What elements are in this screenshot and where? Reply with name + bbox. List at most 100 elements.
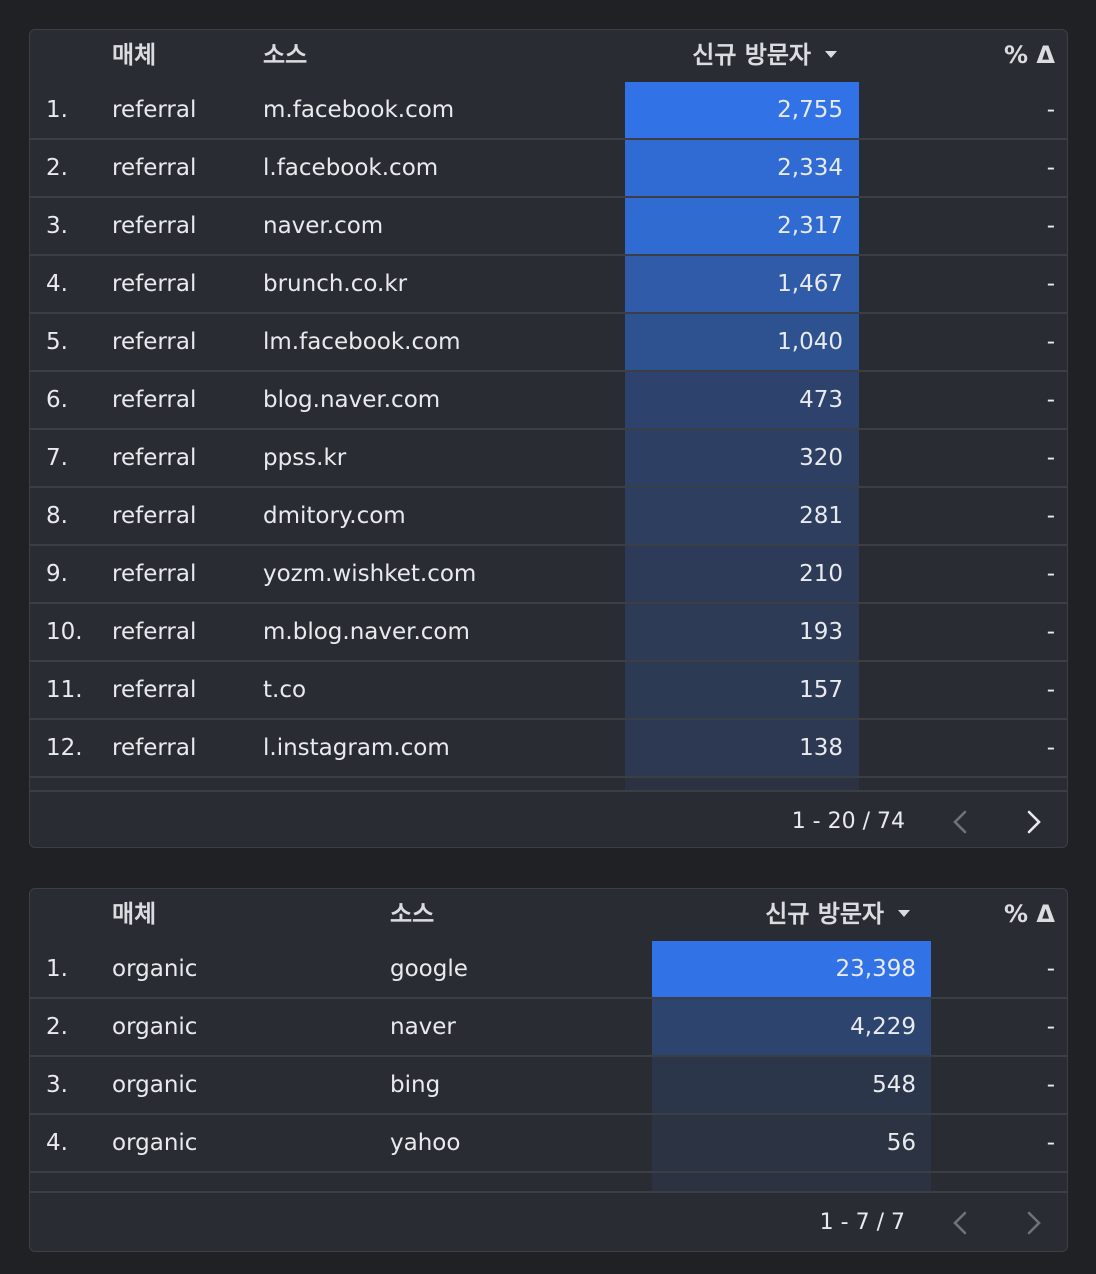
table-row[interactable]: 10. referral m.blog.naver.com 193 - [30,604,1067,662]
table-header: 매체 소스 신규 방문자 % Δ [30,889,1067,941]
row-delta: - [1046,155,1055,181]
row-medium: referral [112,503,197,529]
row-medium: referral [112,329,197,355]
sort-desc-icon [898,909,910,917]
next-page-button[interactable] [1018,1208,1048,1238]
row-new-visitors: 157 [799,677,843,703]
row-delta: - [1046,445,1055,471]
header-delta[interactable]: % Δ [1004,30,1055,82]
row-delta: - [1046,735,1055,761]
row-rank: 7. [46,445,68,471]
row-medium: organic [112,956,198,982]
row-new-visitors: 1,040 [777,329,843,355]
sort-desc-icon [825,50,837,58]
row-medium: organic [112,1072,198,1098]
row-medium: referral [112,155,197,181]
row-source: yahoo [390,1130,461,1156]
row-medium: referral [112,561,197,587]
next-page-button[interactable] [1018,807,1048,837]
table-row[interactable]: 4. organic yahoo 56 - [30,1115,1067,1173]
table-footer: 1 - 7 / 7 [30,1191,1067,1251]
header-new-visitors-label: 신규 방문자 [692,41,811,69]
row-new-visitors: 138 [799,735,843,761]
row-source: m.facebook.com [263,97,455,123]
row-rank: 5. [46,329,68,355]
table-row[interactable]: 1. referral m.facebook.com 2,755 - [30,82,1067,140]
header-medium[interactable]: 매체 [112,889,156,941]
header-new-visitors[interactable]: 신규 방문자 [765,889,910,941]
table-row[interactable]: 2. referral l.facebook.com 2,334 - [30,140,1067,198]
row-delta: - [1046,213,1055,239]
row-medium: referral [112,387,197,413]
row-rank: 2. [46,155,68,181]
row-source: blog.naver.com [263,387,441,413]
table-row[interactable]: 8. referral dmitory.com 281 - [30,488,1067,546]
row-medium: referral [112,677,197,703]
row-new-visitors: 320 [799,445,843,471]
row-medium: referral [112,445,197,471]
table-row[interactable]: 6. referral blog.naver.com 473 - [30,372,1067,430]
row-medium: referral [112,213,197,239]
row-new-visitors: 548 [872,1072,916,1098]
header-medium[interactable]: 매체 [112,30,156,82]
row-medium: referral [112,735,197,761]
row-rank: 2. [46,1014,68,1040]
row-delta: - [1046,503,1055,529]
row-source: yozm.wishket.com [263,561,477,587]
row-source: bing [390,1072,441,1098]
row-rank: 1. [46,956,68,982]
header-source[interactable]: 소스 [390,889,434,941]
row-rank: 8. [46,503,68,529]
row-delta: - [1046,1130,1055,1156]
row-source: lm.facebook.com [263,329,461,355]
row-delta: - [1046,561,1055,587]
table-row[interactable]: 3. organic bing 548 - [30,1057,1067,1115]
row-new-visitors: 1,467 [777,271,843,297]
row-medium: referral [112,619,197,645]
row-rank: 11. [46,677,83,703]
header-new-visitors[interactable]: 신규 방문자 [692,30,837,82]
table-row[interactable]: 1. organic google 23,398 - [30,941,1067,999]
row-new-visitors: 193 [799,619,843,645]
table-row[interactable]: 5. referral lm.facebook.com 1,040 - [30,314,1067,372]
row-delta: - [1046,97,1055,123]
row-rank: 4. [46,271,68,297]
organic-table: 매체 소스 신규 방문자 % Δ 1. organic google 23,398 - 2… [29,888,1068,1252]
prev-page-button[interactable] [946,1208,976,1238]
table-row[interactable]: 4. referral brunch.co.kr 1,467 - [30,256,1067,314]
pagination-label: 1 - 7 / 7 [819,1210,905,1235]
table-row[interactable]: 2. organic naver 4,229 - [30,999,1067,1057]
table-row[interactable]: 9. referral yozm.wishket.com 210 - [30,546,1067,604]
table-row[interactable]: 11. referral t.co 157 - [30,662,1067,720]
row-delta: - [1046,619,1055,645]
row-new-visitors: 281 [799,503,843,529]
row-new-visitors: 56 [886,1130,916,1156]
row-new-visitors: 2,317 [777,213,843,239]
row-delta: - [1046,271,1055,297]
row-rank: 9. [46,561,68,587]
row-source: l.facebook.com [263,155,439,181]
table-row[interactable]: 12. referral l.instagram.com 138 - [30,720,1067,778]
row-source: m.blog.naver.com [263,619,470,645]
table-row[interactable]: 7. referral ppss.kr 320 - [30,430,1067,488]
prev-page-button[interactable] [946,807,976,837]
table-row[interactable]: 3. referral naver.com 2,317 - [30,198,1067,256]
row-delta: - [1046,387,1055,413]
row-delta: - [1046,1014,1055,1040]
row-delta: - [1046,329,1055,355]
row-rank: 12. [46,735,83,761]
row-new-visitors: 473 [799,387,843,413]
row-source: naver.com [263,213,384,239]
row-new-visitors: 2,334 [777,155,843,181]
row-new-visitors: 23,398 [835,956,916,982]
row-source: l.instagram.com [263,735,450,761]
header-source[interactable]: 소스 [263,30,307,82]
pagination-label: 1 - 20 / 74 [791,809,905,834]
row-source: google [390,956,468,982]
row-delta: - [1046,677,1055,703]
referral-table: 매체 소스 신규 방문자 % Δ 1. referral m.facebook.co… [29,29,1068,848]
header-delta[interactable]: % Δ [1004,889,1055,941]
row-delta: - [1046,1072,1055,1098]
table-footer: 1 - 20 / 74 [30,790,1067,847]
row-medium: organic [112,1014,198,1040]
